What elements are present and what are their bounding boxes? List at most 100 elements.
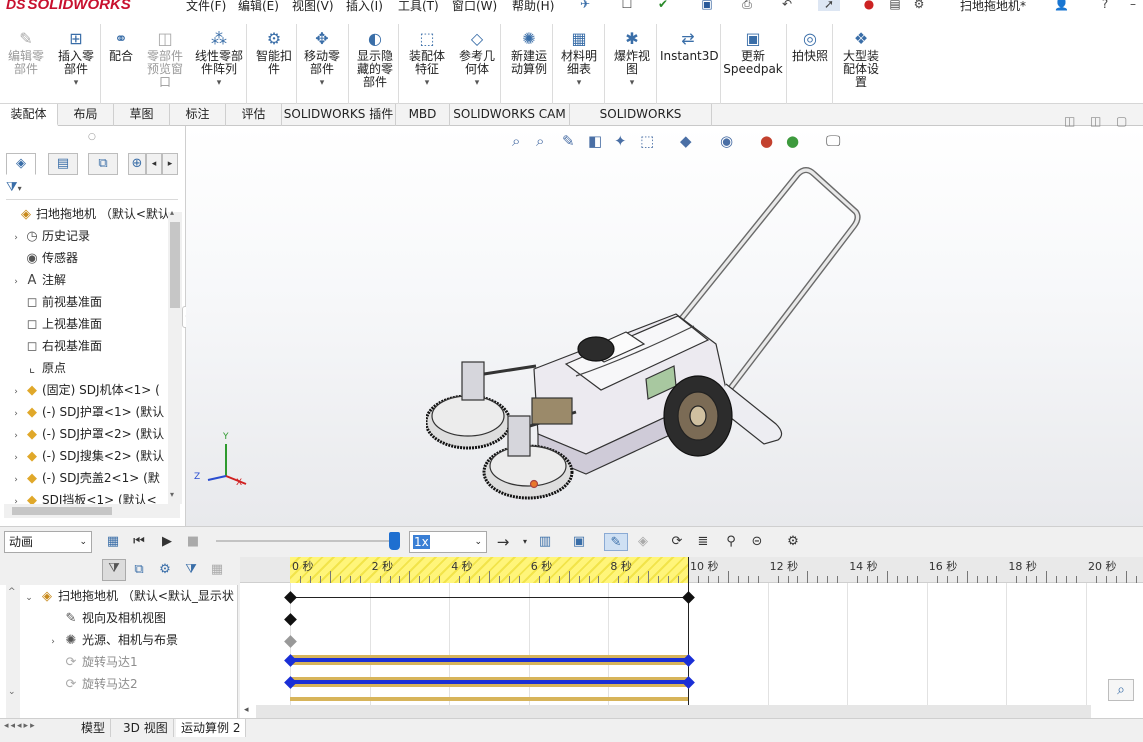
expand-arrow-icon[interactable]: ›	[10, 469, 22, 489]
restore-viewport-icon[interactable]: ◫	[1064, 114, 1075, 128]
ribbon-button-insert-component[interactable]: ⊞ 插入零 部件 ▾	[52, 30, 100, 108]
expand-arrow-icon[interactable]: ›	[10, 491, 22, 504]
play-from-start-icon[interactable]: ⏮	[130, 533, 148, 551]
undo-icon[interactable]: ↶	[780, 0, 794, 11]
chevron-down-icon[interactable]: ▾	[454, 77, 500, 90]
contact-icon[interactable]: ⚲	[722, 533, 740, 551]
ribbon-button-instant3d[interactable]: ⇄ Instant3D	[660, 30, 719, 108]
scroll-up-icon[interactable]: ▴	[170, 208, 174, 217]
tab-model[interactable]: 模型	[76, 719, 112, 737]
view-settings-icon[interactable]: 🖵	[826, 132, 840, 150]
menu-view[interactable]: 视图(V)	[292, 0, 334, 14]
motion-tree-item[interactable]: ✎ 视向及相机视图	[46, 607, 237, 629]
tab-scroll-left[interactable]: ◂	[146, 153, 162, 175]
panel-grip-icon[interactable]: ○	[88, 132, 96, 142]
stop-icon[interactable]: ■	[184, 533, 202, 551]
tree-item[interactable]: › ◆ (固定) SDJ机体<1> (	[10, 379, 170, 401]
filter-animated-icon[interactable]: ⧉	[130, 561, 148, 579]
gravity-icon[interactable]: ⊝	[748, 533, 766, 551]
tree-item[interactable]: › ◷ 历史记录	[10, 225, 170, 247]
ribbon-button-large-assembly[interactable]: ❖ 大型装 配体设 置	[836, 30, 886, 108]
menu-insert[interactable]: 插入(I)	[346, 0, 383, 14]
split-viewport-icon[interactable]: ◫	[1090, 114, 1101, 128]
edit-appearance-icon[interactable]: ●	[760, 132, 773, 150]
expand-arrow-icon[interactable]: ›	[10, 403, 22, 423]
configuration-manager-tab[interactable]: ⧉	[88, 153, 118, 175]
tree-item[interactable]: › ◆ (-) SDJ搜集<2> (默认	[10, 445, 170, 467]
tab-3d-views[interactable]: 3D 视图	[118, 719, 174, 737]
tree-item[interactable]: ⌞ 原点	[10, 357, 170, 379]
minimize-icon[interactable]: –	[1126, 0, 1140, 11]
tree-scroll-thumb[interactable]	[170, 222, 180, 308]
tree-item[interactable]: › ◆ (-) SDJ护罩<1> (默认	[10, 401, 170, 423]
dim-xpert-tab[interactable]: ⊕	[128, 153, 146, 175]
solidworks-logo[interactable]: DS SOLIDWORKS	[6, 0, 156, 16]
tree-hscroll-thumb[interactable]	[12, 507, 112, 515]
motion-tree-item[interactable]: › ✺ 光源、相机与布景	[46, 629, 237, 651]
section-view-icon[interactable]: ◧	[588, 132, 602, 150]
feature-manager-tab[interactable]: ◈	[6, 153, 36, 175]
tab-scroll-right[interactable]: ▸	[162, 153, 178, 175]
dynamic-annotation-icon[interactable]: ✦	[614, 132, 627, 150]
autokey-icon[interactable]: ✎	[604, 533, 628, 551]
new-document-icon[interactable]: ☐	[620, 0, 634, 11]
chevron-down-icon[interactable]: ▾	[402, 77, 452, 90]
motor-icon[interactable]: ⟳	[668, 533, 686, 551]
expand-arrow-icon[interactable]: ›	[10, 227, 22, 247]
maximize-viewport-icon[interactable]: ▢	[1116, 114, 1127, 128]
zoom-to-area-icon[interactable]: ⌕	[536, 132, 544, 150]
options-icon[interactable]: ⚙	[912, 0, 926, 11]
playback-slider-track[interactable]	[216, 540, 394, 542]
tree-item[interactable]: ◻ 右视基准面	[10, 335, 170, 357]
ribbon-button-component-preview[interactable]: ◫ 零部件 预览窗 口	[140, 30, 190, 108]
ribbon-button-show-hidden[interactable]: ◐ 显示隐 藏的零 部件	[352, 30, 398, 108]
motor-bar-1[interactable]	[290, 655, 688, 665]
user-icon[interactable]: 👤	[1054, 0, 1069, 11]
expand-arrow-icon[interactable]: ›	[10, 425, 22, 445]
motor-bar-2[interactable]	[290, 677, 688, 687]
zoom-timeline-icon[interactable]: ⌕	[1108, 679, 1134, 701]
display-style-icon[interactable]: ◆	[680, 132, 692, 150]
expand-arrow-icon[interactable]: ⌄	[22, 587, 36, 607]
menu-edit[interactable]: 编辑(E)	[238, 0, 279, 14]
calculate-icon[interactable]: ▦	[104, 533, 122, 551]
ribbon-button-new-motion-study[interactable]: ✺ 新建运 动算例	[504, 30, 554, 108]
expand-arrow-icon[interactable]: ›	[10, 381, 22, 401]
ribbon-button-assembly-feature[interactable]: ⬚ 装配体 特征 ▾	[402, 30, 452, 108]
file-properties-icon[interactable]: ▤	[888, 0, 902, 11]
previous-view-icon[interactable]: ✎	[562, 132, 575, 150]
expand-arrow-icon[interactable]: ›	[10, 447, 22, 467]
scroll-up-icon[interactable]: ^	[8, 587, 16, 597]
playback-speed-select[interactable]: 1x ⌄	[409, 531, 487, 553]
ribbon-button-snapshot[interactable]: ◎ 拍快照	[790, 30, 830, 108]
tab-7[interactable]: SOLIDWORKS CAM	[450, 104, 570, 126]
tree-item[interactable]: ◻ 前视基准面	[10, 291, 170, 313]
save-icon[interactable]: ▣	[700, 0, 714, 11]
apply-scene-icon[interactable]: ●	[786, 132, 799, 150]
graphics-area[interactable]: ⌕ ⌕ ✎ ◧ ✦ ⬚ ◆ ◉ ● ● 🖵 ◫ ◫ ▢ Y X Z	[186, 114, 1143, 526]
ribbon-button-bom[interactable]: ▦ 材料明 细表 ▾	[556, 30, 602, 108]
playback-slider-thumb[interactable]	[389, 532, 400, 550]
tab-5[interactable]: SOLIDWORKS 插件	[282, 104, 396, 126]
view-orientation-icon[interactable]: ⬚	[640, 132, 654, 150]
chevron-down-icon[interactable]: ▾	[556, 77, 602, 90]
filter-results-icon[interactable]: ▦	[208, 561, 226, 579]
motor-bar-3[interactable]	[290, 697, 688, 701]
animation-wizard-icon[interactable]: ▣	[570, 533, 588, 551]
tree-item[interactable]: › ◆ SDJ挡板<1> (默认<	[10, 489, 170, 504]
tree-item[interactable]: ◻ 上视基准面	[10, 313, 170, 335]
tab-3[interactable]: 标注	[170, 104, 226, 126]
tab-2[interactable]: 草图	[114, 104, 170, 126]
menu-help[interactable]: 帮助(H)	[512, 0, 554, 14]
tab-motion-study-2[interactable]: 运动算例 2	[176, 719, 247, 737]
add-key-icon[interactable]: ◈	[634, 533, 652, 551]
play-icon[interactable]: ▶	[158, 533, 176, 551]
ribbon-button-linear-pattern[interactable]: ⁂ 线性零部 件阵列 ▾	[190, 30, 248, 108]
filter-driving-icon[interactable]: ⚙	[156, 561, 174, 579]
save-animation-icon[interactable]: ▥	[536, 533, 554, 551]
tree-item[interactable]: ◉ 传感器	[10, 247, 170, 269]
motion-tree-item[interactable]: ⟳ 旋转马达2	[46, 673, 237, 695]
expand-arrow-icon[interactable]: ›	[46, 631, 60, 651]
chevron-down-icon[interactable]: ▾	[190, 77, 248, 90]
motion-tree-item[interactable]: ⌄ ◈ 扫地拖地机 （默认<默认_显示状	[22, 585, 237, 607]
